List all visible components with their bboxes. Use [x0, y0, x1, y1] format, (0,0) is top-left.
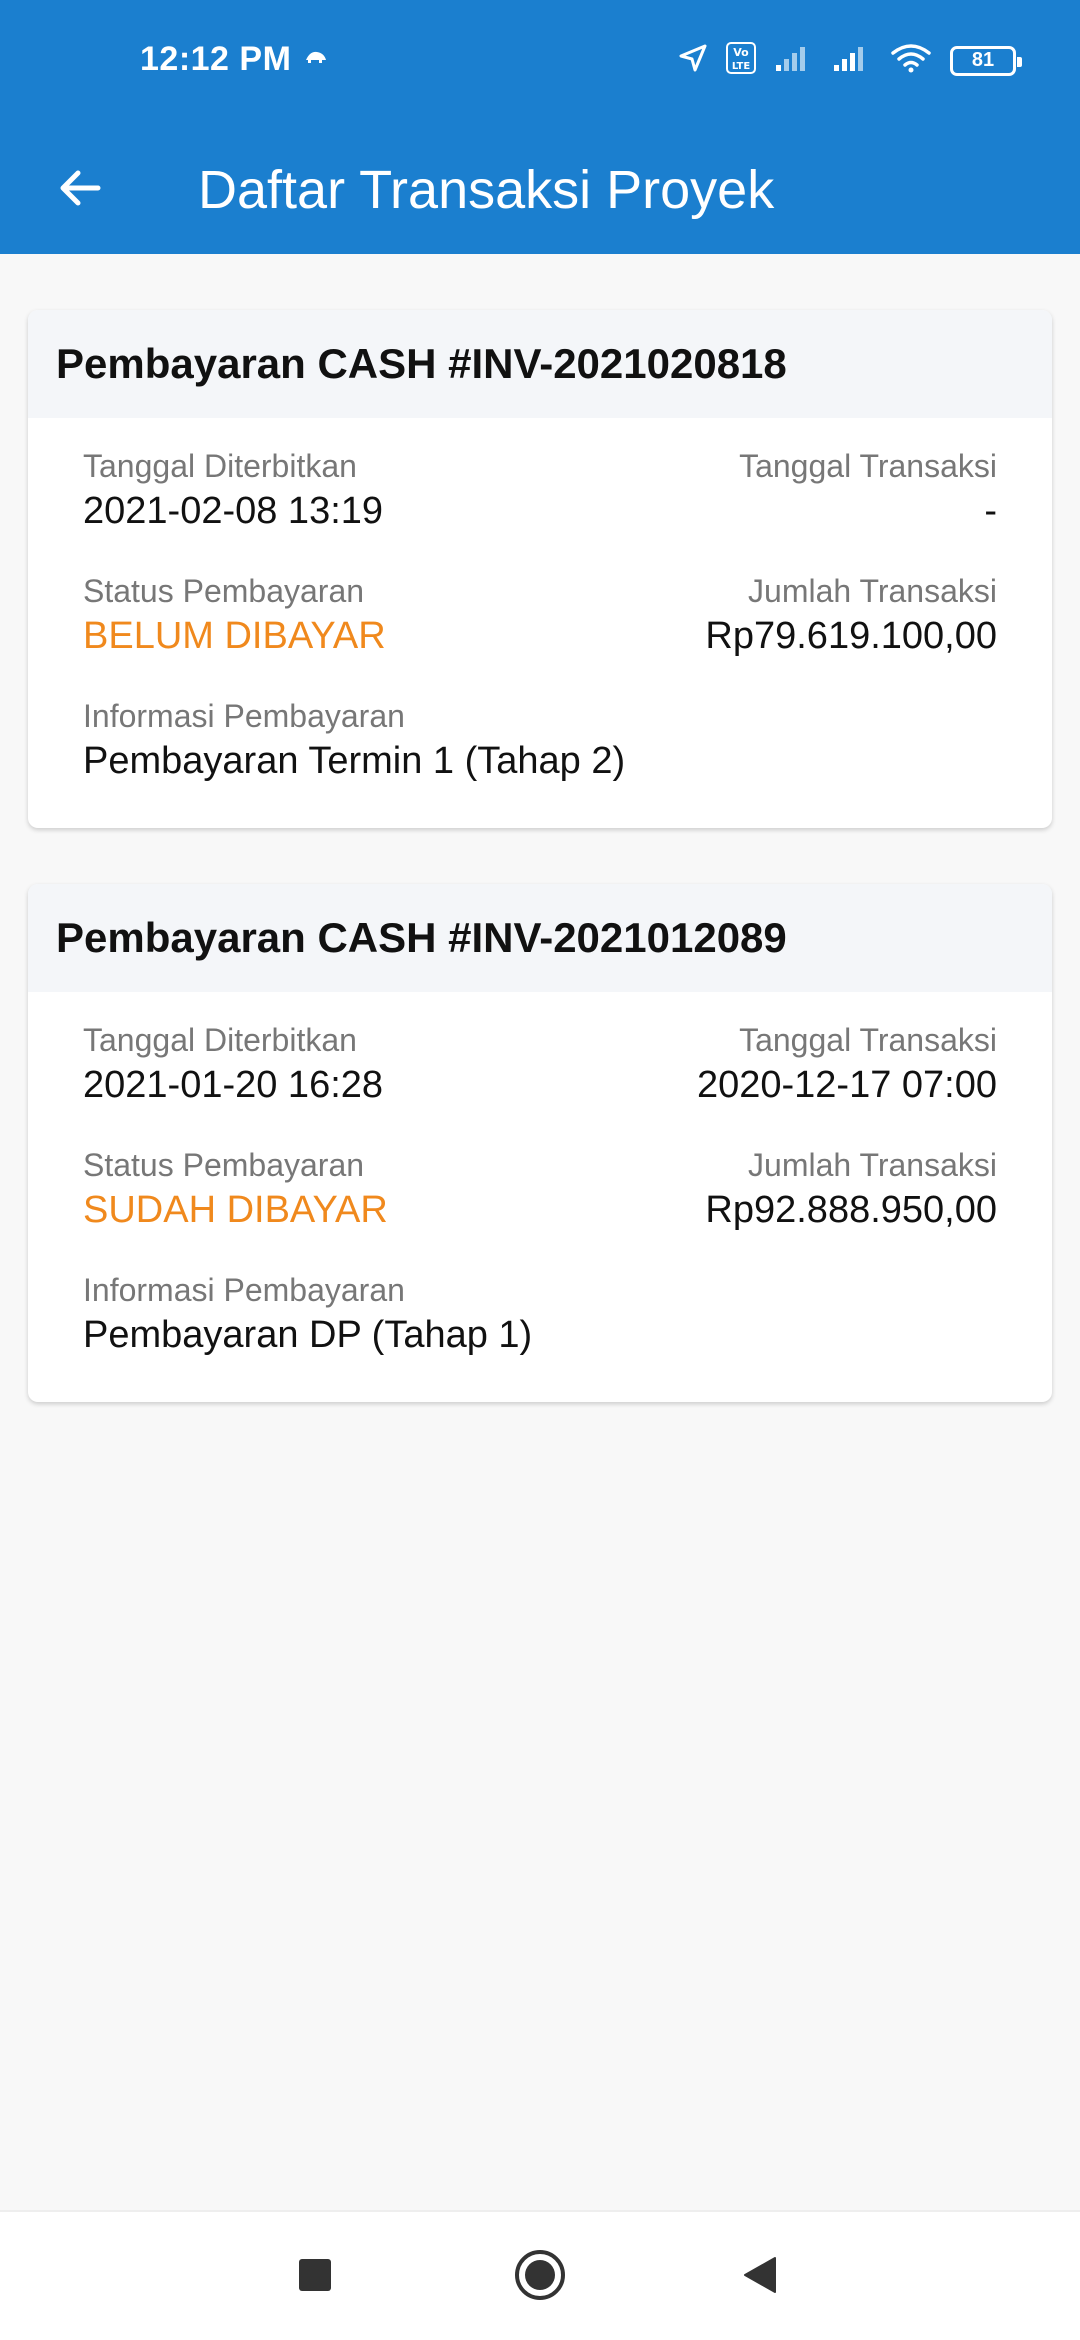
transaction-card-body: Tanggal Diterbitkan 2021-02-08 13:19 Tan… [28, 418, 1052, 828]
nav-recents-button[interactable] [280, 2242, 350, 2312]
transaction-card-header: Pembayaran CASH #INV-2021020818 [28, 310, 1052, 418]
transaction-row-status: Status Pembayaran BELUM DIBAYAR Jumlah T… [83, 563, 997, 688]
nav-back-button[interactable] [725, 2242, 795, 2312]
transaction-title: Pembayaran CASH #INV-2021020818 [56, 340, 787, 387]
transaction-card[interactable]: Pembayaran CASH #INV-2021020818 Tanggal … [28, 310, 1052, 828]
amount-label: Jumlah Transaksi [748, 1147, 997, 1183]
transaction-date-field: Tanggal Transaksi - [739, 438, 997, 536]
volte-icon: Vo LTE [726, 42, 756, 79]
payment-status-value: SUDAH DIBAYAR [83, 1189, 388, 1231]
turtle-icon [304, 50, 328, 69]
nav-home-button[interactable] [505, 2242, 575, 2312]
payment-info-value: Pembayaran Termin 1 (Tahap 2) [83, 740, 626, 782]
transaction-list: Pembayaran CASH #INV-2021020818 Tanggal … [0, 254, 1080, 1458]
transaction-date-value: 2020-12-17 07:00 [696, 1064, 997, 1106]
payment-info-label: Informasi Pembayaran [83, 1272, 405, 1308]
signal-icon-1 [774, 43, 814, 78]
payment-info-label: Informasi Pembayaran [83, 698, 405, 734]
amount-field: Jumlah Transaksi Rp92.888.950,00 [705, 1137, 997, 1235]
amount-field: Jumlah Transaksi Rp79.619.100,00 [705, 563, 997, 661]
payment-status-field: Status Pembayaran SUDAH DIBAYAR [83, 1137, 388, 1235]
transaction-card[interactable]: Pembayaran CASH #INV-2021012089 Tanggal … [28, 884, 1052, 1402]
svg-text:Vo: Vo [733, 46, 749, 59]
issued-date-value: 2021-02-08 13:19 [83, 490, 384, 532]
transaction-date-field: Tanggal Transaksi 2020-12-17 07:00 [697, 1012, 997, 1110]
transaction-row-info: Informasi Pembayaran Pembayaran DP (Taha… [83, 1262, 997, 1374]
status-time: 12:12 PM [140, 40, 292, 78]
payment-status-field: Status Pembayaran BELUM DIBAYAR [83, 563, 386, 661]
triangle-back-icon [741, 2255, 779, 2300]
app-bar: Daftar Transaksi Proyek [0, 126, 1080, 254]
transaction-date-label: Tanggal Transaksi [739, 448, 997, 484]
payment-info-field: Informasi Pembayaran Pembayaran Termin 1… [83, 688, 625, 786]
payment-status-label: Status Pembayaran [83, 573, 365, 609]
page-title: Daftar Transaksi Proyek [198, 160, 775, 220]
issued-date-value: 2021-01-20 16:28 [83, 1064, 384, 1106]
transaction-card-header: Pembayaran CASH #INV-2021012089 [28, 884, 1052, 992]
transaction-title: Pembayaran CASH #INV-2021012089 [56, 914, 787, 961]
status-bar: 12:12 PM Vo LTE 81 [0, 0, 1080, 126]
signal-icon-2 [832, 43, 872, 78]
transaction-card-body: Tanggal Diterbitkan 2021-01-20 16:28 Tan… [28, 992, 1052, 1402]
transaction-date-label: Tanggal Transaksi [739, 1022, 997, 1058]
transaction-row-info: Informasi Pembayaran Pembayaran Termin 1… [83, 688, 997, 800]
payment-info-value: Pembayaran DP (Tahap 1) [83, 1314, 533, 1356]
system-nav-bar [0, 2210, 1080, 2340]
issued-date-label: Tanggal Diterbitkan [83, 1022, 357, 1058]
issued-date-field: Tanggal Diterbitkan 2021-02-08 13:19 [83, 438, 383, 536]
square-icon [298, 2258, 332, 2297]
payment-info-field: Informasi Pembayaran Pembayaran DP (Taha… [83, 1262, 532, 1360]
issued-date-field: Tanggal Diterbitkan 2021-01-20 16:28 [83, 1012, 383, 1110]
back-button[interactable] [40, 150, 120, 230]
transaction-row-dates: Tanggal Diterbitkan 2021-01-20 16:28 Tan… [83, 1012, 997, 1137]
issued-date-label: Tanggal Diterbitkan [83, 448, 357, 484]
transaction-date-value: - [984, 490, 997, 532]
wifi-icon [890, 42, 932, 79]
battery-icon: 81 [950, 45, 1022, 76]
location-icon [678, 43, 708, 78]
transaction-row-dates: Tanggal Diterbitkan 2021-02-08 13:19 Tan… [83, 438, 997, 563]
svg-text:LTE: LTE [732, 61, 751, 72]
circle-icon [513, 2248, 567, 2307]
arrow-left-icon [56, 164, 104, 217]
status-icons: Vo LTE 81 [678, 42, 1022, 79]
transaction-row-status: Status Pembayaran SUDAH DIBAYAR Jumlah T… [83, 1137, 997, 1262]
amount-value: Rp92.888.950,00 [705, 1189, 997, 1231]
amount-label: Jumlah Transaksi [748, 573, 997, 609]
amount-value: Rp79.619.100,00 [705, 615, 997, 657]
payment-status-value: BELUM DIBAYAR [83, 615, 386, 657]
payment-status-label: Status Pembayaran [83, 1147, 365, 1183]
